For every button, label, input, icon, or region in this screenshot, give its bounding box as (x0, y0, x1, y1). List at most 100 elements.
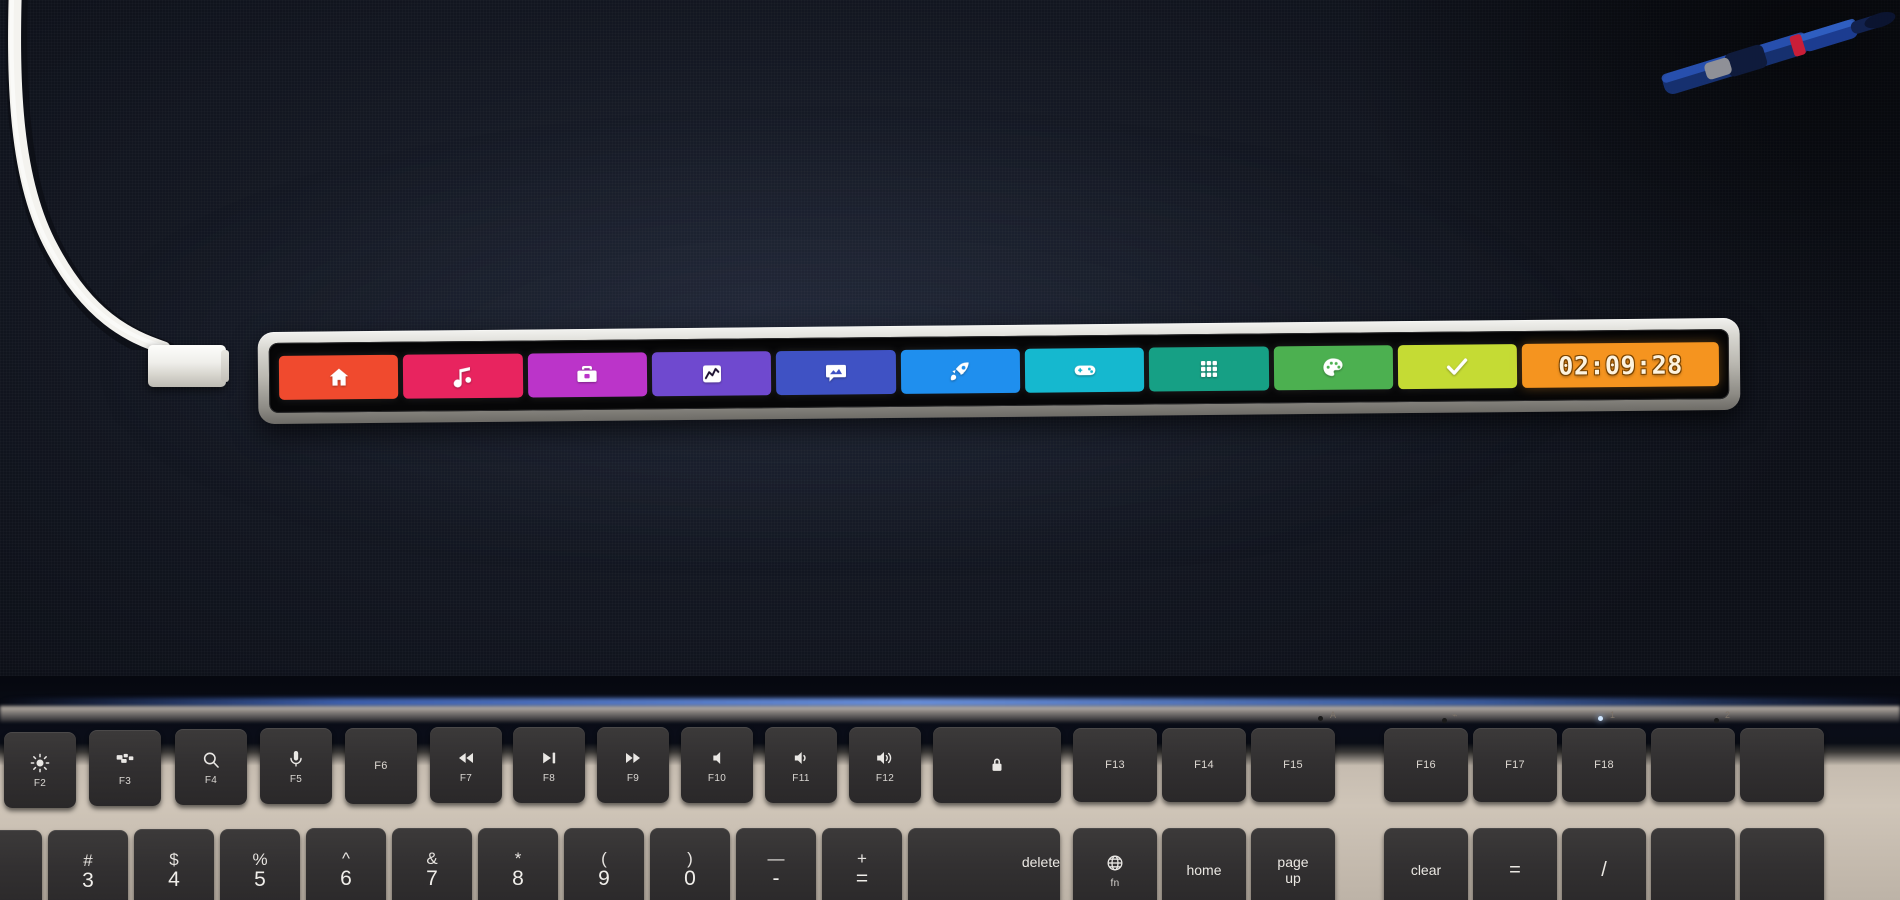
mission-control-icon (115, 749, 135, 773)
key-f6-label: F6 (374, 760, 388, 772)
key-numpad-equal-label: = (1509, 858, 1521, 881)
key-6-shift: ^ (342, 848, 350, 868)
key-f18[interactable]: F18 (1562, 728, 1646, 802)
key-f17[interactable]: F17 (1473, 728, 1557, 802)
usb-c-connector (148, 345, 229, 387)
key-f16[interactable]: F16 (1384, 728, 1468, 802)
key-0-label: 0 (684, 867, 696, 891)
key-8-label: 8 (512, 867, 524, 891)
scene: 02:09:28 A ⌁ 1 2 F2 F3 F4 F5 F6 F7 F8 F9… (0, 0, 1900, 900)
touchbar-button-palette[interactable] (1273, 345, 1394, 391)
touchbar-button-music[interactable] (403, 353, 523, 399)
touchbar-button-grid[interactable] (1148, 346, 1269, 392)
search-icon (201, 748, 221, 772)
key-f5[interactable]: F5 (260, 728, 332, 804)
home-icon (327, 365, 351, 389)
key-f3[interactable]: F3 (89, 730, 161, 806)
touchbar-button-toolbox[interactable] (527, 352, 648, 398)
touchbar-button-home[interactable] (278, 354, 399, 400)
indicator-a-label: A (1330, 710, 1337, 720)
key-f15[interactable]: F15 (1251, 728, 1335, 802)
lock-icon (987, 753, 1007, 777)
key-clear[interactable]: clear (1384, 828, 1468, 900)
key-minus-shift: — (767, 848, 785, 868)
key-minus[interactable]: — - (736, 828, 816, 900)
key-numpad-slash[interactable]: / (1562, 828, 1646, 900)
key-2[interactable] (0, 830, 42, 900)
key-8[interactable]: * 8 (478, 828, 558, 900)
palette-icon (1321, 356, 1345, 380)
key-f2[interactable]: F2 (4, 732, 76, 808)
key-f9[interactable]: F9 (597, 727, 669, 803)
key-lock[interactable] (933, 727, 1061, 803)
key-numpad-slash-label: / (1601, 858, 1607, 881)
key-f12[interactable]: F12 (849, 727, 921, 803)
key-5-shift: % (252, 849, 268, 869)
touchbar-timer[interactable]: 02:09:28 (1521, 342, 1720, 388)
toolbox-icon (575, 363, 599, 387)
usb-cable (5, 0, 177, 350)
volume-mute-icon (707, 746, 727, 770)
key-page-up[interactable]: page up (1251, 828, 1335, 900)
key-f10[interactable]: F10 (681, 727, 753, 803)
key-4[interactable]: $ 4 (134, 829, 214, 900)
key-equal[interactable]: + = (822, 828, 902, 900)
key-f10-label: F10 (707, 773, 727, 784)
key-home[interactable]: home (1162, 828, 1246, 900)
key-f3-label: F3 (118, 776, 132, 787)
rocket-icon (948, 359, 972, 383)
touchbar-button-chat[interactable] (776, 349, 896, 396)
key-fn[interactable]: fn (1073, 828, 1157, 900)
touchbar-button-rocket[interactable] (900, 348, 1021, 394)
touch-bar-device: 02:09:28 (257, 317, 1741, 425)
key-f8[interactable]: F8 (513, 727, 585, 803)
timer-value: 02:09:28 (1558, 349, 1683, 381)
globe-icon (1105, 851, 1125, 875)
key-numpad-equal[interactable]: = (1473, 828, 1557, 900)
key-f20[interactable] (1740, 728, 1824, 802)
key-minus-label: - (772, 867, 780, 891)
key-numpad-multiply[interactable] (1651, 828, 1735, 900)
key-5-label: 5 (254, 868, 266, 892)
key-f14[interactable]: F14 (1162, 728, 1246, 802)
key-9[interactable]: ( 9 (564, 828, 644, 900)
key-f7-label: F7 (459, 773, 473, 784)
key-f19[interactable] (1651, 728, 1735, 802)
key-0[interactable]: ) 0 (650, 828, 730, 900)
key-clear-label: clear (1410, 861, 1442, 878)
key-9-shift: ( (601, 848, 607, 868)
key-f17-label: F17 (1505, 759, 1525, 771)
key-f13[interactable]: F13 (1073, 728, 1157, 802)
key-3-label: 3 (82, 869, 94, 893)
touchbar-button-check[interactable] (1397, 344, 1518, 390)
key-equal-label: = (855, 867, 869, 891)
function-key-row: F2 F3 F4 F5 F6 F7 F8 F9 F10 F11 F12 F13 … (0, 722, 1900, 814)
key-5[interactable]: % 5 (220, 829, 300, 900)
key-6[interactable]: ^ 6 (306, 828, 386, 900)
touchbar-button-chart[interactable] (651, 351, 772, 397)
key-numpad-minus[interactable] (1740, 828, 1824, 900)
touchbar-button-gamepad[interactable] (1024, 347, 1145, 393)
key-f4[interactable]: F4 (175, 729, 247, 805)
key-f9-label: F9 (626, 773, 640, 784)
key-f6[interactable]: F6 (345, 728, 417, 804)
key-delete[interactable]: delete (908, 828, 1060, 900)
key-3[interactable]: # 3 (48, 830, 128, 900)
key-7-shift: & (426, 848, 438, 868)
key-f11[interactable]: F11 (765, 727, 837, 803)
key-f7[interactable]: F7 (430, 727, 502, 803)
key-9-label: 9 (598, 867, 610, 891)
key-f12-label: F12 (875, 773, 895, 784)
number-key-row: # 3 $ 4 % 5 ^ 6 & 7 * 8 (9) 0 — - + = … (0, 826, 1900, 900)
key-7[interactable]: & 7 (392, 828, 472, 900)
fast-forward-icon (623, 746, 643, 770)
music-icon (451, 364, 475, 388)
key-page-up-label: page up (1277, 853, 1309, 886)
key-fn-label: fn (1110, 878, 1120, 889)
key-8-shift: * (514, 848, 522, 868)
gamepad-icon (1072, 358, 1096, 382)
play-pause-icon (539, 746, 559, 770)
key-equal-shift: + (857, 848, 867, 868)
indicator-a (1318, 716, 1323, 721)
key-3-shift: # (83, 850, 93, 870)
